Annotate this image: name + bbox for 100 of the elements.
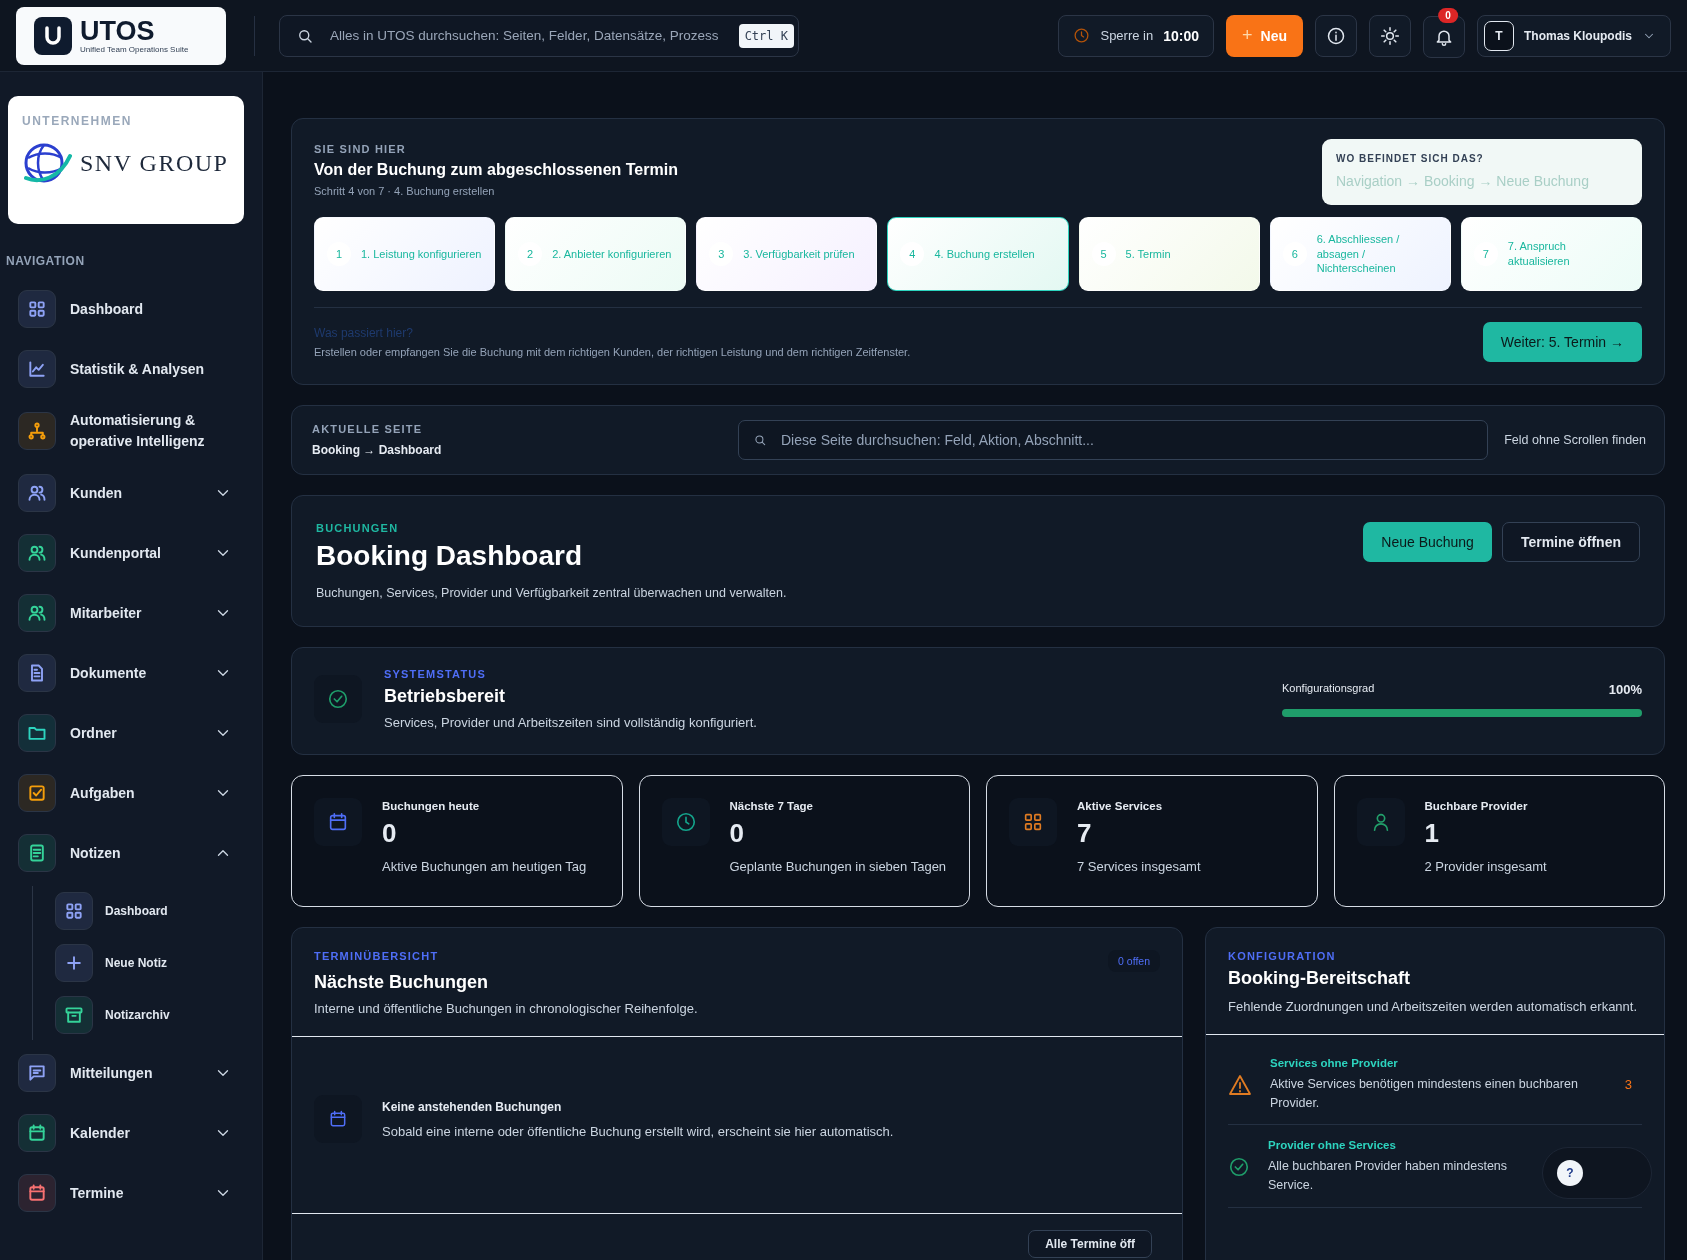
status-eyebrow: SYSTEMSTATUS bbox=[384, 668, 487, 680]
all-appointments-button[interactable]: Alle Termine öff bbox=[1028, 1230, 1152, 1258]
stat-caption: 7 Services insgesamt bbox=[1077, 859, 1201, 874]
info-button[interactable] bbox=[1315, 14, 1357, 57]
global-search-box[interactable]: Alles in UTOS durchsuchen: Seiten, Felder, Datensätze, Prozess Ctrl K bbox=[279, 14, 799, 57]
open-appointments-button[interactable]: Termine öffnen bbox=[1501, 522, 1640, 562]
upcoming-title: Nächste Buchungen bbox=[314, 972, 490, 993]
info-icon bbox=[1326, 25, 1346, 46]
sidebar-subitem[interactable]: Neue Notiz bbox=[43, 944, 244, 982]
check-text: Alle buchbaren Provider haben mindestens bbox=[1268, 1158, 1508, 1176]
sidebar-item[interactable]: Mitarbeiter bbox=[6, 586, 244, 640]
help-button[interactable]: ? bbox=[1557, 1159, 1583, 1186]
sidebar-item[interactable]: Ordner bbox=[6, 706, 244, 760]
sidebar-item[interactable]: Automatisierung & operative Intelligenz bbox=[6, 402, 244, 460]
global-search-field[interactable]: Alles in UTOS durchsuchen: Seiten, Felder, Datensätze, Prozess bbox=[328, 27, 725, 44]
sidebar-item[interactable]: Kalender bbox=[6, 1106, 244, 1160]
notification-count: 0 bbox=[1438, 7, 1458, 23]
logo[interactable]: UTOS Unified Team Operations Suite bbox=[16, 6, 226, 65]
stat-value: 0 bbox=[382, 818, 398, 849]
step-label: 3. Verfügbarkeit prüfen bbox=[743, 246, 855, 262]
sidebar-item[interactable]: Kundenportal bbox=[6, 526, 244, 580]
section-title: NAVIGATION bbox=[6, 254, 86, 268]
check-text: Aktive Services benötigen mindestens einen buchbaren bbox=[1270, 1075, 1578, 1093]
stat-title: Nächste 7 Tage bbox=[729, 800, 814, 812]
empty-title: Keine anstehenden Buchungen bbox=[382, 1099, 563, 1114]
meter-label: Konfigurationsgrad bbox=[1282, 681, 1375, 696]
readiness-title: Booking-Bereitschaft bbox=[1228, 968, 1412, 989]
status-title: Betriebsbereit bbox=[384, 686, 507, 707]
step-number: 4 bbox=[900, 242, 925, 266]
step-label: 2. Anbieter konfigurieren bbox=[552, 246, 672, 262]
meter-reading: 100% bbox=[1608, 681, 1642, 697]
theme-button[interactable] bbox=[1369, 14, 1411, 57]
stat-value: 7 bbox=[1077, 818, 1093, 849]
upcoming-subtitle: Interne und öffentliche Buchungen in chronologischer Reihenfolge. bbox=[314, 1001, 699, 1016]
sidebar-item[interactable]: Aufgaben bbox=[6, 766, 244, 820]
wizard-subtitle: Schritt 4 von 7 · 4. Buchung erstellen bbox=[314, 185, 496, 197]
step-label: 4. Buchung erstellen bbox=[934, 246, 1035, 262]
upcoming-eyebrow: TERMINÜBERSICHT bbox=[314, 950, 439, 964]
open-count-badge: 0 offen bbox=[1108, 950, 1160, 972]
check-text: Service. bbox=[1268, 1177, 1315, 1195]
step-number: 1 bbox=[327, 242, 351, 266]
next-step-button[interactable]: Weiter: 5. Termin → bbox=[1482, 322, 1642, 362]
sidebar-item[interactable]: Dokumente bbox=[6, 646, 244, 700]
clock-icon bbox=[1073, 27, 1091, 44]
breadcrumb: Booking → Dashboard bbox=[312, 443, 443, 457]
step-number: 5 bbox=[1091, 242, 1116, 266]
step-label: 7. Anspruch aktualisieren bbox=[1507, 239, 1571, 269]
step-label: 5. Termin bbox=[1125, 246, 1171, 262]
check-title: Services ohne Provider bbox=[1270, 1056, 1399, 1069]
wizard-eyebrow: SIE SIND HIER bbox=[314, 143, 407, 155]
sidebar-subitem[interactable]: Notizarchiv bbox=[43, 996, 244, 1034]
new-booking-button[interactable]: Neue Buchung bbox=[1363, 522, 1492, 562]
sidebar-subitem[interactable]: Dashboard bbox=[43, 892, 244, 930]
step-label: 1. Leistung konfigurieren bbox=[361, 246, 482, 262]
stat-title: Buchungen heute bbox=[382, 800, 481, 812]
step-label: 6. Abschliessen / absagen / Nichterscheinen bbox=[1316, 231, 1401, 277]
step-number: 2 bbox=[518, 242, 543, 266]
stat-caption: 2 Provider insgesamt bbox=[1424, 859, 1547, 874]
location-path: Navigation → Booking → Neue Buchung bbox=[1336, 172, 1590, 190]
page-search-field[interactable]: Diese Seite durchsuchen: Feld, Aktion, Abschnitt... bbox=[779, 431, 1474, 449]
location-title: WO BEFINDET SICH DAS? bbox=[1336, 153, 1485, 164]
wizard-title: Von der Buchung zum abgeschlossenen Termin bbox=[314, 161, 678, 179]
stat-value: 0 bbox=[729, 818, 745, 849]
sidebar-item[interactable]: Mitteilungen bbox=[6, 1046, 244, 1100]
page-eyebrow: BUCHUNGEN bbox=[316, 522, 400, 534]
company-name: SNV GROUP bbox=[80, 149, 229, 177]
page-subtitle: Buchungen, Services, Provider und Verfügbarkeit zentral überwachen und verwalten. bbox=[316, 586, 787, 600]
empty-text: Sobald eine interne oder öffentliche Buchung erstellt wird, erscheint sie hier automatisch. bbox=[382, 1123, 894, 1139]
logo-name: UTOS bbox=[80, 17, 156, 45]
lock-label: Sperre in bbox=[1100, 28, 1154, 43]
check-circle-icon bbox=[327, 688, 349, 710]
sun-icon bbox=[1380, 25, 1400, 46]
lock-time: 10:00 bbox=[1163, 27, 1200, 44]
calendar-icon bbox=[328, 1109, 348, 1129]
search-hint: Feld ohne Scrollen finden bbox=[1504, 433, 1646, 447]
readiness-eyebrow: KONFIGURATION bbox=[1228, 950, 1337, 962]
stat-value: 1 bbox=[1424, 818, 1440, 849]
sidebar-item[interactable]: Kunden bbox=[6, 466, 244, 520]
check-title: Provider ohne Services bbox=[1268, 1139, 1397, 1152]
shortcut-hint: Ctrl K bbox=[738, 23, 794, 48]
stat-caption: Geplante Buchungen in sieben Tagen bbox=[729, 859, 947, 874]
stat-title: Aktive Services bbox=[1077, 800, 1164, 812]
step-number: 6 bbox=[1282, 242, 1307, 266]
page-title: Booking Dashboard bbox=[316, 540, 583, 572]
check-text: Provider. bbox=[1270, 1094, 1321, 1112]
sidebar-item[interactable]: Termine bbox=[6, 1166, 244, 1220]
step-description: Erstellen oder empfangen Sie die Buchung mit dem richtigen Kunden, der richtigen Leistung und dem richtigen Zeitfenster. bbox=[314, 346, 911, 358]
sidebar-item[interactable]: Dashboard bbox=[6, 282, 244, 336]
warning-icon bbox=[1228, 1072, 1252, 1097]
sidebar-item[interactable]: Notizen bbox=[6, 826, 244, 880]
stat-title: Buchbare Provider bbox=[1424, 800, 1529, 812]
readiness-subtitle: Fehlende Zuordnungen und Arbeitszeiten werden automatisch erkannt. bbox=[1228, 998, 1639, 1016]
company-label: UNTERNEHMEN bbox=[22, 114, 133, 128]
user-menu[interactable]: T Thomas Kloupodis bbox=[1477, 14, 1671, 57]
avatar: T bbox=[1484, 20, 1514, 51]
page-search-box[interactable]: Diese Seite durchsuchen: Feld, Aktion, Abschnitt... bbox=[738, 420, 1489, 460]
sidebar-item[interactable]: Statistik & Analysen bbox=[6, 342, 244, 396]
step-number: 3 bbox=[709, 242, 734, 266]
check-circle-icon bbox=[1228, 1156, 1250, 1179]
logo-tagline: Unified Team Operations Suite bbox=[80, 45, 189, 54]
